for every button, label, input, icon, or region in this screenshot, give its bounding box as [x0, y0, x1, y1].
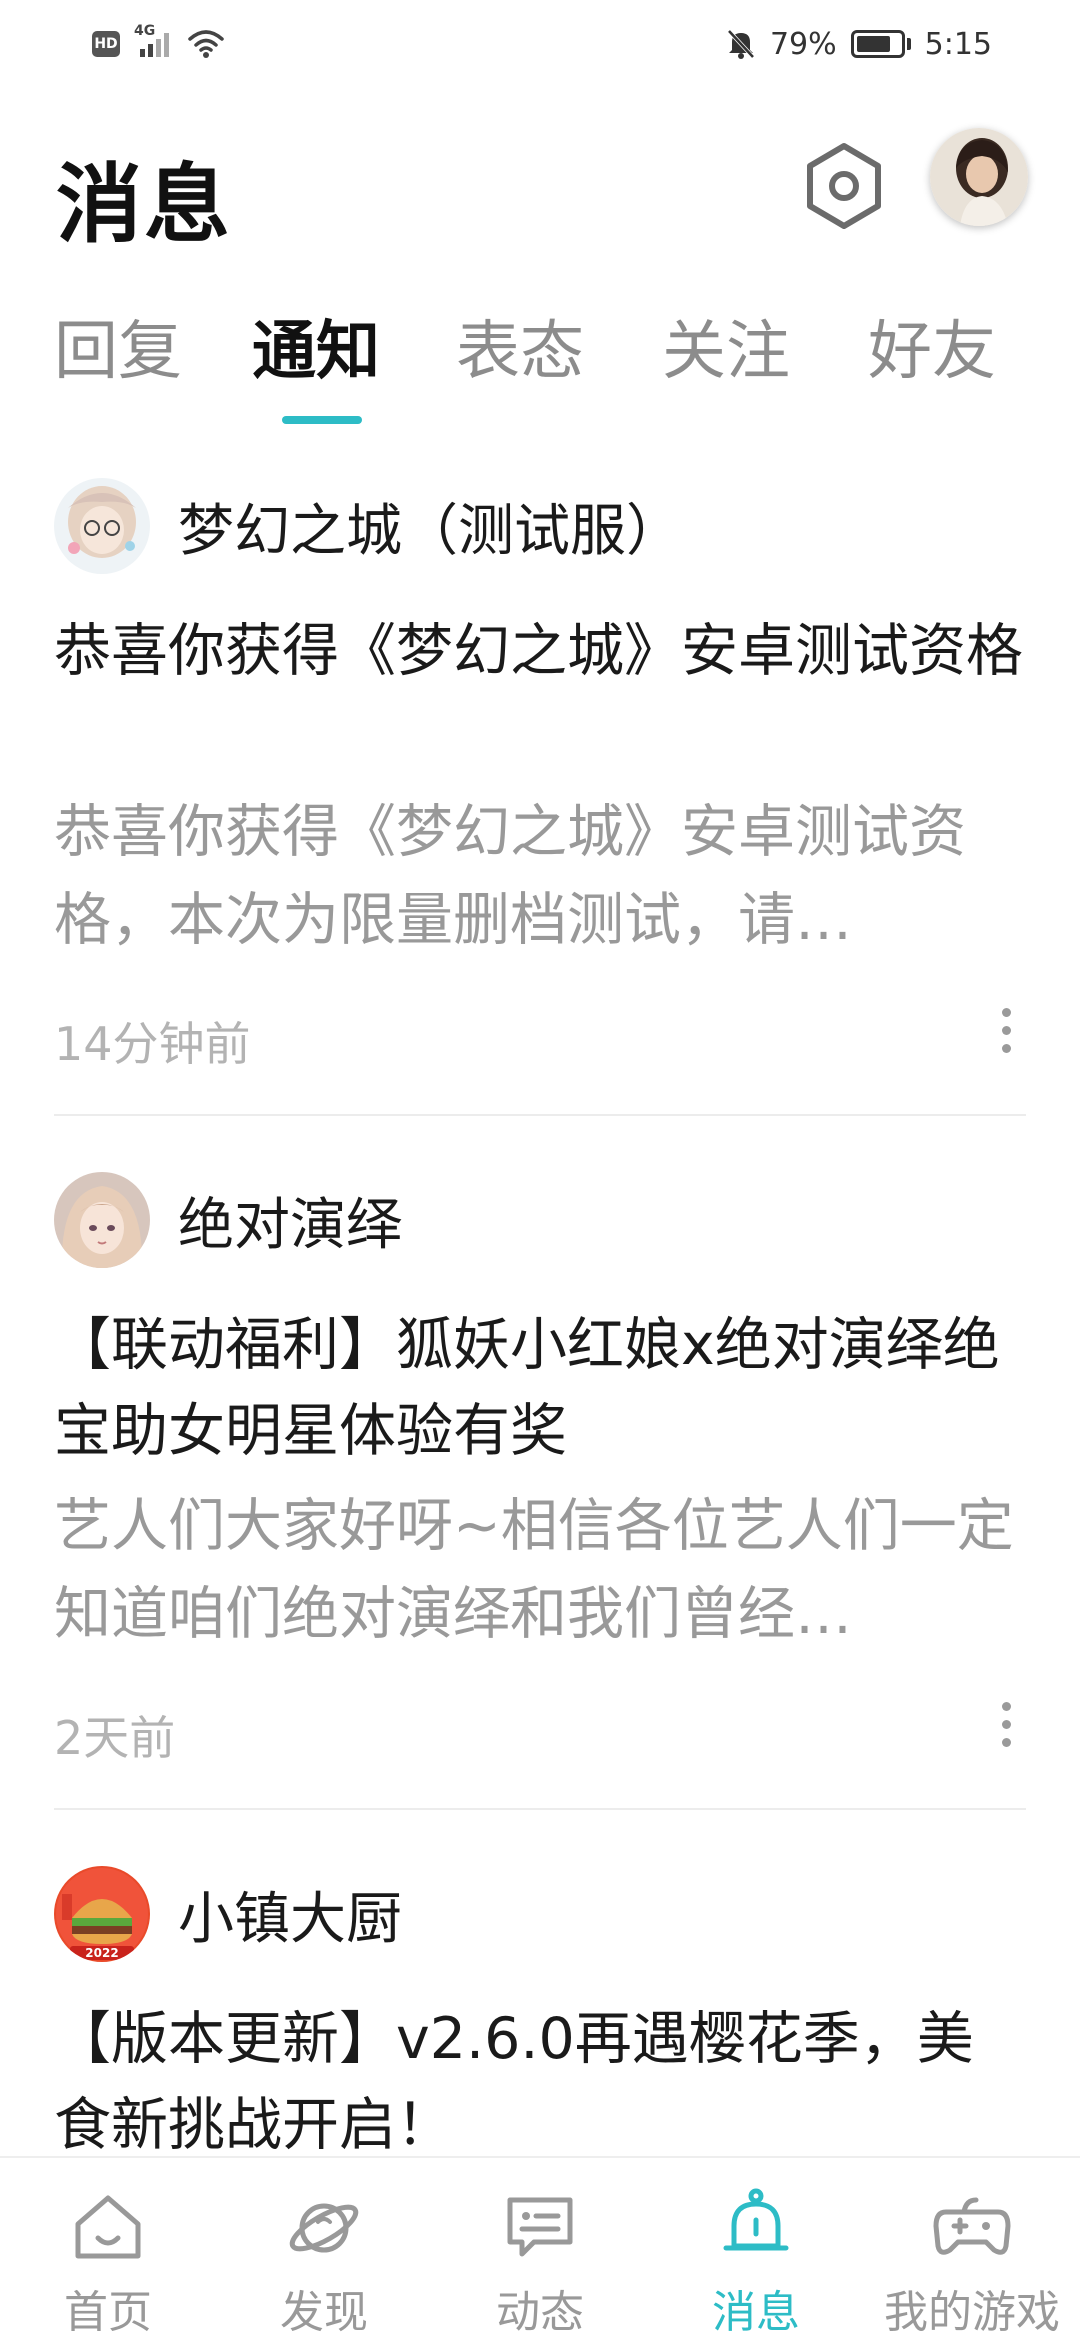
user-avatar[interactable]: [930, 128, 1028, 226]
status-right: 79% 5:15: [726, 27, 992, 62]
divider: [54, 1808, 1026, 1810]
planet-icon: [289, 2203, 359, 2253]
nav-label: 我的游戏: [884, 2287, 1060, 2338]
notification-title[interactable]: 【联动福利】狐妖小红娘x绝对演绎绝宝助女明星体验有奖: [54, 1302, 1024, 1474]
message-tabs: 回复 通知 表态 关注 好友: [0, 300, 1080, 430]
divider: [54, 1114, 1026, 1116]
user-avatar-image: [930, 128, 1028, 226]
nav-label: 首页: [64, 2287, 152, 2338]
notification-item[interactable]: 梦幻之城（测试服） 恭喜你获得《梦幻之城》安卓测试资格 恭喜你获得《梦幻之城》安…: [0, 478, 1080, 1118]
notification-title[interactable]: 恭喜你获得《梦幻之城》安卓测试资格: [54, 608, 1024, 694]
nav-discover[interactable]: 发现: [216, 2158, 432, 2340]
avatar-badge-text: 2022: [85, 1946, 118, 1960]
tab-follow[interactable]: 关注: [662, 300, 790, 392]
tab-active-indicator: [282, 416, 362, 424]
bottom-nav: 首页 发现 动态 消息 我的游戏: [0, 2156, 1080, 2340]
sender-name[interactable]: 小镇大厨: [178, 1874, 402, 1955]
tab-notification[interactable]: 通知: [252, 300, 380, 392]
bell-icon: [723, 2188, 789, 2251]
tab-friends[interactable]: 好友: [868, 300, 996, 392]
sender-avatar[interactable]: [54, 1172, 150, 1268]
notification-preview[interactable]: 恭喜你获得《梦幻之城》安卓测试资格，本次为限量删档测试，请…: [54, 788, 1024, 964]
clock: 5:15: [924, 26, 992, 62]
nav-messages[interactable]: 消息: [648, 2158, 864, 2340]
sender-avatar[interactable]: [54, 478, 150, 574]
status-bar: HD 4G 79% 5:15: [0, 0, 1080, 88]
screen: HD 4G 79% 5:15 消息 回复 通知 表态 关注 好友 梦幻之城（测试…: [0, 0, 1080, 2340]
wifi-icon: [188, 30, 224, 58]
nav-label: 消息: [712, 2287, 800, 2338]
chat-icon: [507, 2197, 573, 2257]
sender-avatar[interactable]: 2022: [54, 1866, 150, 1962]
tab-reply[interactable]: 回复: [54, 300, 182, 392]
notification-time: 2天前: [54, 1711, 176, 1765]
nav-my-games[interactable]: 我的游戏: [864, 2158, 1080, 2340]
nav-feed[interactable]: 动态: [432, 2158, 648, 2340]
tab-reaction[interactable]: 表态: [456, 300, 584, 392]
more-options-icon[interactable]: [986, 1000, 1026, 1060]
status-left: HD 4G: [92, 23, 224, 59]
nav-home[interactable]: 首页: [0, 2158, 216, 2340]
nav-label: 动态: [496, 2287, 584, 2338]
home-icon: [75, 2195, 141, 2259]
page-title: 消息: [56, 155, 232, 255]
mute-bell-icon: [727, 29, 755, 59]
gear-icon: [807, 143, 881, 229]
notification-item[interactable]: 绝对演绎 【联动福利】狐妖小红娘x绝对演绎绝宝助女明星体验有奖 艺人们大家好呀~…: [0, 1172, 1080, 1812]
sender-name[interactable]: 梦幻之城（测试服）: [178, 486, 682, 567]
notification-title[interactable]: 【版本更新】v2.6.0再遇樱花季，美食新挑战开启！: [54, 1996, 1024, 2156]
notification-time: 14分钟前: [54, 1017, 251, 1071]
settings-button[interactable]: [800, 138, 888, 234]
battery-icon: [850, 30, 911, 58]
battery-percent: 79%: [769, 26, 837, 62]
nav-label: 发现: [280, 2287, 368, 2338]
hd-badge: HD: [92, 31, 120, 57]
cellular-signal-icon: 4G: [134, 23, 174, 59]
notification-preview[interactable]: 艺人们大家好呀~相信各位艺人们一定知道咱们绝对演绎和我们曾经…: [54, 1482, 1024, 1658]
gamepad-icon: [933, 2197, 1011, 2255]
more-options-icon[interactable]: [986, 1694, 1026, 1754]
sender-name[interactable]: 绝对演绎: [178, 1180, 402, 1261]
header: 消息: [0, 110, 1080, 260]
notification-item[interactable]: 2022 小镇大厨 【版本更新】v2.6.0再遇樱花季，美食新挑战开启！: [0, 1866, 1080, 2156]
